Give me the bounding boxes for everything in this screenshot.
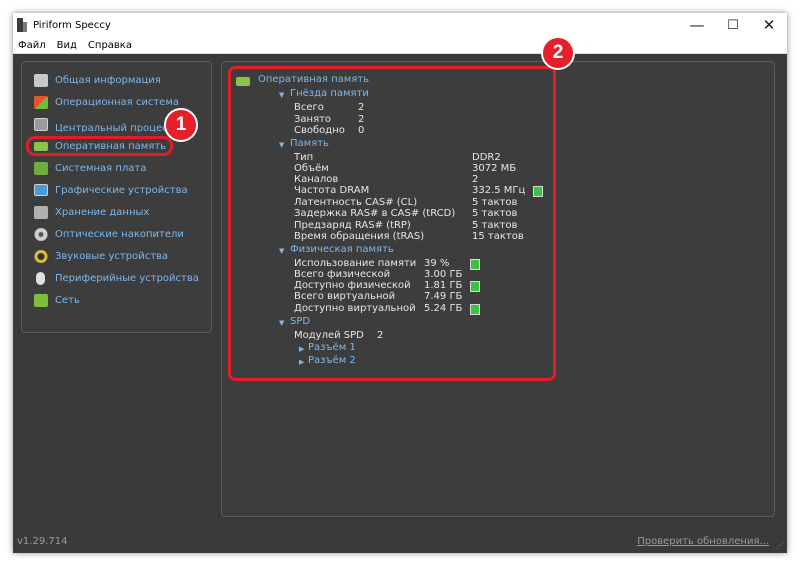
sidebar-item-graphics[interactable]: Графические устройства [34,182,188,198]
sidebar-item-label: Звуковые устройства [55,250,169,262]
sidebar-item-peripherals[interactable]: Периферийные устройства [34,270,199,286]
version-label: v1.29.714 [17,536,68,547]
window-title: Piriform Speccy [33,19,111,31]
sidebar-item-label: Сеть [55,294,80,306]
sidebar-item-motherboard[interactable]: Системная плата [34,160,146,176]
highlight-ram-item [26,136,173,156]
sidebar-item-label: Общая информация [55,74,161,86]
network-icon [34,293,48,307]
step-badge-1: 1 [164,108,198,142]
monitor-icon [34,184,48,196]
step-badge-2: 2 [541,36,575,70]
sidebar-item-label: Хранение данных [55,206,150,218]
mouse-icon [36,271,45,285]
sidebar-item-label: Периферийные устройства [55,272,199,284]
motherboard-icon [34,161,48,175]
sidebar-item-label: Оптические накопители [55,228,184,240]
check-updates-link[interactable]: Проверить обновления... [637,536,769,547]
summary-icon [34,73,48,87]
title-bar: Piriform Speccy — ☐ ✕ [13,13,787,37]
sidebar-item-os[interactable]: Операционная система [34,94,179,110]
minimize-button[interactable]: — [679,13,715,37]
sidebar-item-label: Операционная система [55,96,180,108]
menu-view[interactable]: Вид [57,40,77,51]
close-button[interactable]: ✕ [751,13,787,37]
menu-help[interactable]: Справка [88,40,132,51]
sidebar-item-label: Центральный процессор [55,123,180,132]
sidebar: Общая информация Операционная система Це… [21,61,212,333]
speccy-app-icon [17,18,27,32]
highlight-ram-details [228,66,556,381]
windows-logo-icon [34,95,48,109]
optical-disc-icon [34,227,48,241]
maximize-button[interactable]: ☐ [715,13,751,37]
sidebar-item-storage[interactable]: Хранение данных [34,204,149,220]
sidebar-item-audio[interactable]: Звуковые устройства [34,248,168,264]
sidebar-item-optical[interactable]: Оптические накопители [34,226,184,242]
hdd-icon [34,205,48,219]
status-bar: v1.29.714 Проверить обновления... ⋰ [13,531,787,553]
menu-bar: Файл Вид Справка [13,37,787,54]
sidebar-item-network[interactable]: Сеть [34,292,80,308]
cpu-icon [34,117,48,131]
sidebar-item-cpu[interactable]: Центральный процессор [34,116,180,132]
sidebar-item-label: Системная плата [55,162,147,174]
menu-file[interactable]: Файл [18,40,46,51]
speaker-icon [34,249,48,263]
resize-grip-icon[interactable]: ⋰ [776,541,784,550]
sidebar-item-label: Графические устройства [55,184,188,196]
sidebar-item-summary[interactable]: Общая информация [34,72,161,88]
